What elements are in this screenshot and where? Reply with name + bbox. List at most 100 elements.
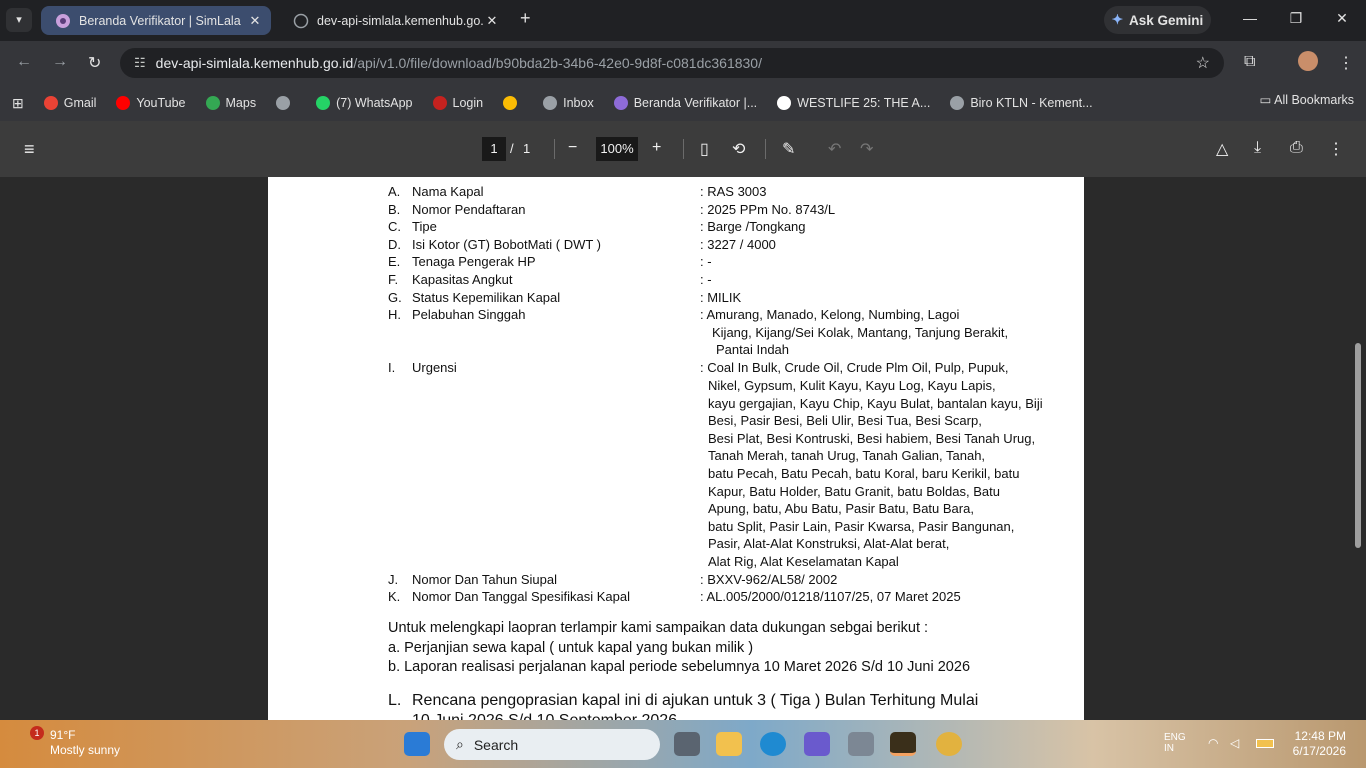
apps-grid-icon[interactable]: ⊞ [12,95,24,112]
minimize-button[interactable]: — [1240,10,1260,26]
tab-pdf-download[interactable]: dev-api-simlala.kemenhub.go.id/api/v1.0/… [279,6,508,35]
row-value: : - [700,272,712,287]
bookmark-item[interactable]: Inbox [543,96,594,110]
bookmark-star-icon[interactable]: ☆ [1196,53,1210,73]
row-letter: D. [388,236,401,252]
bookmark-favicon-icon [543,96,558,110]
more-actions-icon[interactable]: ⋮ [1328,139,1344,159]
hamburger-menu-icon[interactable]: ≡ [24,139,35,160]
address-bar[interactable]: ☷ dev-api-simlala.kemenhub.go.id/api/v1.… [120,48,1224,78]
language-indicator[interactable]: ENG IN [1164,732,1186,754]
url-host: dev-api-simlala.kemenhub.go.id [155,55,354,71]
row-value: : AL.005/2000/01218/1107/25, 07 Maret 20… [700,589,961,604]
file-explorer-icon[interactable] [716,732,742,756]
bookmark-favicon-icon [777,96,792,110]
task-view-icon[interactable] [674,732,700,756]
page-separator: / [510,141,514,156]
scrollbar-thumb[interactable] [1355,343,1361,548]
row-label: Tenaga Pengerak HP [412,254,536,270]
divider [554,139,555,159]
bookmark-favicon-icon [43,96,58,110]
fit-page-icon[interactable]: ▯ [700,139,709,159]
clock-date: 6/17/2026 [1292,744,1346,758]
bookmark-label: Biro KTLN - Kement... [970,96,1093,110]
tab-search-button[interactable]: ▾ [6,8,32,32]
gemini-label: Ask Gemini [1129,12,1204,28]
new-tab-button[interactable]: + [520,8,531,29]
zoom-level-input[interactable]: 100% [596,137,638,161]
profile-avatar[interactable] [1298,51,1318,71]
bookmark-item[interactable] [276,96,296,110]
bookmark-item[interactable]: YouTube [116,96,186,110]
weather-widget[interactable]: 1 91°F Mostly sunny [20,726,120,758]
system-clock[interactable]: 12:48 PM 6/17/2026 [1293,729,1346,759]
edge-icon[interactable] [760,732,786,756]
redo-icon[interactable]: ↷ [860,139,873,159]
all-bookmarks-label: All Bookmarks [1274,93,1354,107]
row-label: Isi Kotor (GT) BobotMati ( DWT ) [412,236,602,252]
forward-arrow-icon[interactable]: → [52,53,68,71]
pdf-toolbar: ≡ 1 / 1 − 100% + ▯ ⟲ ✎ ↶ ↷ △ ⤓ ⎙ ⋮ [0,121,1366,177]
row-letter: J. [388,572,399,587]
back-arrow-icon[interactable]: ← [16,53,32,71]
tab-title: dev-api-simlala.kemenhub.go.id/api/v1.0/… [317,13,484,28]
page-number-input[interactable]: 1 [482,137,506,161]
row-letter: H. [388,307,401,323]
volume-icon[interactable]: ◁ [1230,736,1239,750]
extensions-icon[interactable]: ⧉ [1244,53,1255,71]
divider [765,139,766,159]
reload-icon[interactable]: ↻ [88,53,101,73]
wifi-icon[interactable]: ◠ [1208,736,1218,750]
bookmark-item[interactable]: Login [432,96,483,110]
copilot-icon[interactable] [804,732,830,756]
bookmark-item[interactable]: Gmail [43,96,96,110]
doc-line: 10 Juni 2026 S/d 10 September 2026 [412,712,677,720]
bookmark-label: Maps [225,96,257,110]
print-icon[interactable]: ⎙ [1290,139,1303,157]
bookmark-item[interactable]: (7) WhatsApp [316,96,413,110]
close-tab-icon[interactable]: ✕ [247,13,263,29]
row-value: : Coal In Bulk, Crude Oil, Crude Plm Oil… [700,360,1009,375]
bookmark-favicon-icon [503,96,518,110]
bookmarks-bar: ⊞ Gmail YouTube Maps (7) WhatsApp Login Inbox… [0,85,1366,121]
tab-strip: ▾ Beranda Verifikator | SimLala ✕ dev-ap… [0,0,1366,41]
ask-gemini-button[interactable]: ✦ Ask Gemini [1104,6,1211,34]
battery-icon[interactable] [1256,739,1274,748]
bookmark-item[interactable]: Beranda Verifikator |... [613,96,757,110]
taskbar-search[interactable]: ⌕ Search [444,729,660,760]
restore-button[interactable]: ❐ [1286,10,1306,27]
bookmark-item[interactable]: Biro KTLN - Kement... [950,96,1093,110]
windows-start-icon[interactable] [404,732,430,756]
row-label: Nomor Dan Tanggal Spesifikasi Kapal [412,589,630,604]
bookmark-item[interactable]: WESTLIFE 25: THE A... [777,96,930,110]
chrome-icon[interactable] [936,732,962,756]
download-icon[interactable]: ⤓ [1254,139,1261,157]
bookmark-item[interactable] [503,96,523,110]
all-bookmarks-button[interactable]: ▭ All Bookmarks [1260,92,1354,107]
annotate-pen-icon[interactable]: ✎ [782,139,795,159]
close-window-button[interactable]: ✕ [1332,10,1352,27]
tab-beranda-verifikator[interactable]: Beranda Verifikator | SimLala ✕ [41,6,271,35]
menu-dots-icon[interactable]: ⋮ [1338,53,1354,73]
row-letter: B. [388,201,401,217]
pdf-viewer[interactable]: A. Nama Kapal: RAS 3003 B. Nomor Pendaftara… [0,177,1366,720]
rotate-icon[interactable]: ⟲ [732,139,745,159]
zoom-out-icon[interactable]: − [568,139,577,157]
row-letter: K. [388,589,401,604]
scrollbar[interactable] [1350,177,1366,720]
close-tab-icon[interactable]: ✕ [484,13,500,29]
doc-line: Alat Rig, Alat Keselamatan Kapal [708,554,899,569]
row-label: Nomor Dan Tahun Siupal [412,572,558,587]
site-info-icon[interactable]: ☷ [134,55,146,71]
camera-icon[interactable] [848,732,874,756]
sticky-notes-icon[interactable] [890,732,916,756]
zoom-in-icon[interactable]: + [652,139,661,157]
save-drive-icon[interactable]: △ [1216,139,1228,159]
doc-line: batu Split, Pasir Lain, Pasir Kwarsa, Pa… [708,518,1015,534]
undo-icon[interactable]: ↶ [828,139,841,159]
doc-line: b. Laporan realisasi perjalanan kapal pe… [388,659,971,675]
simlala-favicon-icon [56,13,70,28]
bookmark-item[interactable]: Maps [205,96,257,110]
row-value: : 2025 PPm No. 8743/L [700,201,836,217]
row-label: Urgensi [412,360,457,375]
